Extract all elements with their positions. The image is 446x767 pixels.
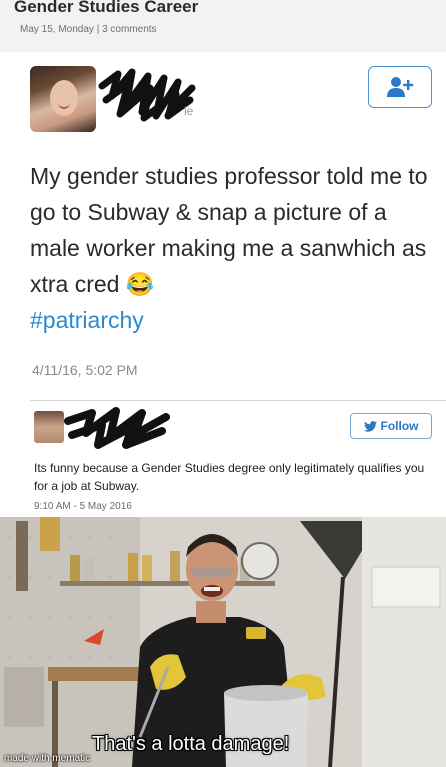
add-user-icon [387,77,414,97]
article-title: Gender Studies Career [14,0,199,16]
article-meta[interactable]: May 15, Monday | 3 comments [20,24,157,35]
article-header: Gender Studies Career May 15, Monday | 3… [0,0,446,52]
tweet-card-1: ie My gender studies professor told me t… [0,52,446,392]
tweet-body: My gender studies professor told me to g… [30,158,430,338]
meme-photo: That's a lotta damage! made with mematic [0,517,446,767]
tweet-timestamp[interactable]: 9:10 AM - 5 May 2016 [34,501,132,512]
redaction-scribble [98,68,196,122]
avatar[interactable] [34,411,64,443]
watermark: made with mematic [4,753,91,764]
redaction-scribble [64,407,170,449]
hashtag-link[interactable]: #patriarchy [30,307,144,333]
tweet-text: Its funny because a Gender Studies degre… [34,461,425,493]
avatar-face [50,80,78,116]
tweet-card-2: Follow Its funny because a Gender Studie… [0,401,446,517]
display-name-suffix: ie [184,104,194,118]
meme-photo-scene [0,517,446,767]
meme-caption: That's a lotta damage! [92,733,290,755]
twitter-bird-icon [363,420,377,432]
follow-button[interactable] [368,66,432,108]
follow-button[interactable]: Follow [350,413,432,439]
tweet-text: My gender studies professor told me to g… [30,163,428,297]
avatar[interactable] [30,66,96,132]
tweet-timestamp[interactable]: 4/11/16, 5:02 PM [32,362,138,378]
follow-label: Follow [380,419,419,433]
